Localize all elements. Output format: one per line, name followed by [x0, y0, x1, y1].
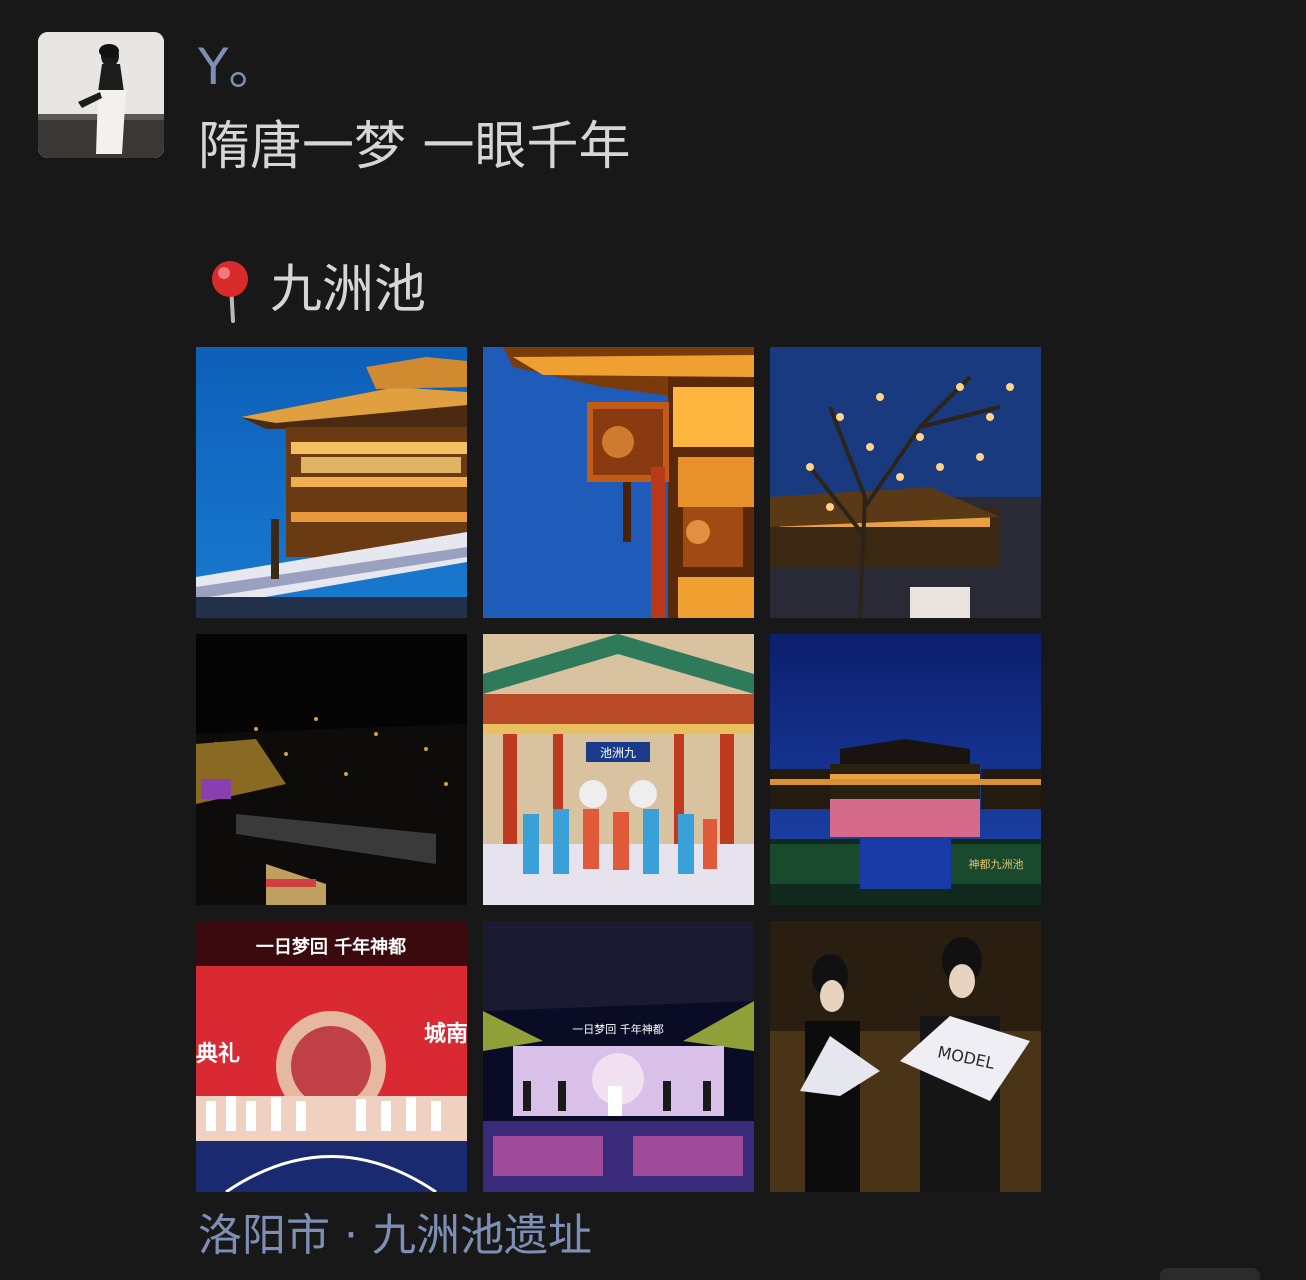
stage-sign-right: 城南: [424, 1021, 467, 1047]
pin-line: 九洲池: [204, 255, 426, 325]
photo-1[interactable]: [196, 347, 467, 618]
gate-plaque: 池洲九: [600, 746, 636, 760]
location-link[interactable]: 洛阳市 · 九洲池遗址: [198, 1205, 592, 1267]
photo-3-image: [770, 347, 1041, 618]
stage-sign-left: 典礼: [196, 1041, 240, 1067]
photo-9-image: MODEL: [770, 921, 1041, 1192]
photo-6-image: 神都九洲池: [770, 634, 1041, 905]
photo-5[interactable]: 池洲九: [483, 634, 754, 905]
post-text: 隋唐一梦 一眼千年: [198, 117, 631, 177]
photo-8[interactable]: 一日梦回 千年神都: [483, 921, 754, 1192]
photo-9[interactable]: MODEL: [770, 921, 1041, 1192]
more-actions-button[interactable]: [1160, 1268, 1260, 1280]
moment-post: Y。 隋唐一梦 一眼千年 九洲池 池洲九 神都九洲池 一日梦回 千年神都 典礼 …: [0, 0, 1306, 1280]
stage-banner: 神都九洲池: [969, 857, 1024, 871]
photo-4-image: [196, 634, 467, 905]
photo-7-image: 一日梦回 千年神都 典礼 城南: [196, 921, 467, 1192]
photo-4[interactable]: [196, 634, 467, 905]
avatar-image: [38, 32, 164, 158]
photo-6[interactable]: 神都九洲池: [770, 634, 1041, 905]
username[interactable]: Y。: [198, 38, 279, 96]
photo-2-image: [483, 347, 754, 618]
stage-banner-7: 一日梦回 千年神都: [256, 936, 406, 958]
stage-banner-8: 一日梦回 千年神都: [572, 1022, 664, 1036]
photo-grid: 池洲九 神都九洲池 一日梦回 千年神都 典礼 城南 一日梦回 千年神都 MODE…: [196, 347, 1041, 1192]
photo-5-image: 池洲九: [483, 634, 754, 905]
photo-8-image: 一日梦回 千年神都: [483, 921, 754, 1192]
photo-7[interactable]: 一日梦回 千年神都 典礼 城南: [196, 921, 467, 1192]
round-pushpin-icon: [212, 261, 248, 323]
user-avatar[interactable]: [38, 32, 164, 158]
photo-2[interactable]: [483, 347, 754, 618]
pin-label: 九洲池: [270, 260, 427, 320]
photo-3[interactable]: [770, 347, 1041, 618]
photo-1-image: [196, 347, 467, 618]
